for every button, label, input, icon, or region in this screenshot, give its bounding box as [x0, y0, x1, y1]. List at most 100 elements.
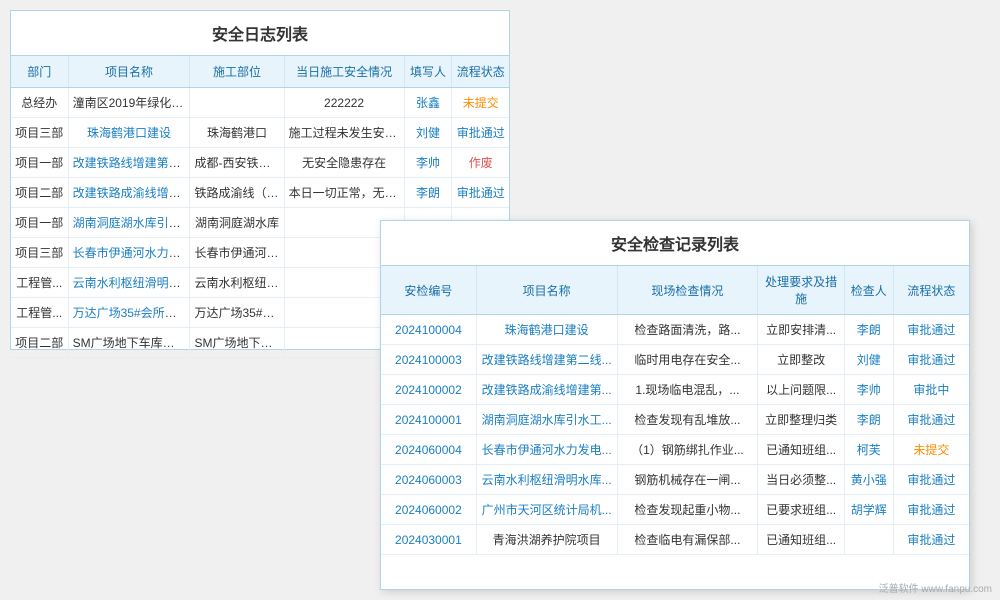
- right-status-cell: 审批通过: [893, 465, 969, 495]
- left-site-cell: SM广场地下车库: [190, 328, 284, 358]
- left-site-cell: 湖南洞庭湖水库: [190, 208, 284, 238]
- right-inspector-cell: 李朗: [844, 315, 893, 345]
- table-row: 项目一部改建铁路线增建第二线直...成都-西安铁路...无安全隐患存在李帅作废: [11, 148, 509, 178]
- table-row: 2024060003云南水利枢纽滑明水库...钢筋机械存在一闸...当日必须整.…: [381, 465, 969, 495]
- right-projname-cell: 改建铁路成渝线增建第...: [476, 375, 617, 405]
- status-badge: 未提交: [913, 443, 949, 457]
- right-status-cell: 审批通过: [893, 405, 969, 435]
- right-handle-cell: 立即安排清...: [758, 315, 845, 345]
- right-inspect-cell: 检查临电有漏保部...: [617, 525, 758, 555]
- right-code-cell: 2024100001: [381, 405, 476, 435]
- right-table-wrapper: 安检编号 项目名称 现场检查情况 处理要求及措施 检查人 流程状态 202410…: [381, 266, 969, 555]
- right-inspect-cell: 检查发现有乱堆放...: [617, 405, 758, 435]
- status-badge: 审批通过: [907, 323, 955, 337]
- table-row: 项目二部改建铁路成渝线增建第二...铁路成渝线（成...本日一切正常，无事故发.…: [11, 178, 509, 208]
- right-table: 安检编号 项目名称 现场检查情况 处理要求及措施 检查人 流程状态 202410…: [381, 266, 969, 555]
- right-status-cell: 未提交: [893, 435, 969, 465]
- status-badge: 审批通过: [907, 473, 955, 487]
- left-dept-cell: 项目三部: [11, 238, 68, 268]
- status-badge: 审批通过: [907, 413, 955, 427]
- left-status-cell: 审批通过: [452, 118, 509, 148]
- right-inspect-cell: 检查发现起重小物...: [617, 495, 758, 525]
- right-panel: 安全检查记录列表 安检编号 项目名称 现场检查情况 处理要求及措施 检查人 流程…: [380, 220, 970, 590]
- watermark: 泛普软件 www.fanpu.com: [879, 580, 992, 595]
- right-panel-title: 安全检查记录列表: [381, 221, 969, 266]
- left-projname-cell: 湖南洞庭湖水库引水工程...: [68, 208, 190, 238]
- status-badge: 审批中: [913, 383, 949, 397]
- right-handle-cell: 以上问题限...: [758, 375, 845, 405]
- table-row: 2024100004珠海鹤港口建设检查路面清洗，路...立即安排清...李朗审批…: [381, 315, 969, 345]
- left-dept-cell: 项目二部: [11, 178, 68, 208]
- status-badge: 作废: [469, 156, 493, 170]
- right-inspector-cell: 李朗: [844, 405, 893, 435]
- left-author-cell: 李朗: [404, 178, 452, 208]
- right-header-inspect: 现场检查情况: [617, 266, 758, 315]
- left-header-dept: 部门: [11, 56, 68, 88]
- table-row: 总经办潼南区2019年绿化补贴项...222222张鑫未提交: [11, 88, 509, 118]
- left-projname-cell: 改建铁路成渝线增建第二...: [68, 178, 190, 208]
- left-author-cell: 李帅: [404, 148, 452, 178]
- left-site-cell: 铁路成渝线（成...: [190, 178, 284, 208]
- right-code-cell: 2024060004: [381, 435, 476, 465]
- status-badge: 审批通过: [907, 503, 955, 517]
- right-status-cell: 审批通过: [893, 315, 969, 345]
- left-dept-cell: 项目一部: [11, 148, 68, 178]
- left-site-cell: 云南水利枢纽滑...: [190, 268, 284, 298]
- right-status-cell: 审批通过: [893, 345, 969, 375]
- right-header-handle: 处理要求及措施: [758, 266, 845, 315]
- left-dept-cell: 总经办: [11, 88, 68, 118]
- right-inspector-cell: [844, 525, 893, 555]
- status-badge: 审批通过: [907, 533, 955, 547]
- right-inspect-cell: 检查路面清洗，路...: [617, 315, 758, 345]
- left-site-cell: 万达广场35#会...: [190, 298, 284, 328]
- right-inspector-cell: 黄小强: [844, 465, 893, 495]
- left-projname-cell: 珠海鹤港口建设: [68, 118, 190, 148]
- table-row: 2024030001青海洪湖养护院项目检查临电有漏保部...已通知班组...审批…: [381, 525, 969, 555]
- right-header-code: 安检编号: [381, 266, 476, 315]
- right-inspector-cell: 刘健: [844, 345, 893, 375]
- right-status-cell: 审批通过: [893, 525, 969, 555]
- right-projname-cell: 改建铁路线增建第二线...: [476, 345, 617, 375]
- left-projname-cell: 云南水利枢纽滑明水库一...: [68, 268, 190, 298]
- right-inspector-cell: 柯芙: [844, 435, 893, 465]
- right-projname-cell: 长春市伊通河水力发电...: [476, 435, 617, 465]
- left-header-status: 流程状态: [452, 56, 509, 88]
- left-panel-title: 安全日志列表: [11, 11, 509, 56]
- left-site-cell: [190, 88, 284, 118]
- left-dept-cell: 项目二部: [11, 328, 68, 358]
- left-status-cell: 审批通过: [452, 178, 509, 208]
- right-inspector-cell: 胡学辉: [844, 495, 893, 525]
- left-header-site: 施工部位: [190, 56, 284, 88]
- left-author-cell: 张鑫: [404, 88, 452, 118]
- right-inspect-cell: 临时用电存在安全...: [617, 345, 758, 375]
- left-author-cell: 刘健: [404, 118, 452, 148]
- right-projname-cell: 广州市天河区统计局机...: [476, 495, 617, 525]
- right-code-cell: 2024100002: [381, 375, 476, 405]
- left-safety-cell: 无安全隐患存在: [284, 148, 404, 178]
- status-badge: 审批通过: [457, 186, 505, 200]
- left-table-header: 部门 项目名称 施工部位 当日施工安全情况 填写人 流程状态: [11, 56, 509, 88]
- left-safety-cell: 施工过程未发生安全事故...: [284, 118, 404, 148]
- left-site-cell: 长春市伊通河水...: [190, 238, 284, 268]
- right-code-cell: 2024030001: [381, 525, 476, 555]
- left-site-cell: 成都-西安铁路...: [190, 148, 284, 178]
- right-handle-cell: 当日必须整...: [758, 465, 845, 495]
- left-safety-cell: 本日一切正常，无事故发...: [284, 178, 404, 208]
- right-handle-cell: 已通知班组...: [758, 525, 845, 555]
- right-inspect-cell: （1）钢筋绑扎作业...: [617, 435, 758, 465]
- right-header-inspector: 检查人: [844, 266, 893, 315]
- left-projname-cell: 万达广场35#会所及咖啡...: [68, 298, 190, 328]
- right-code-cell: 2024060003: [381, 465, 476, 495]
- left-projname-cell: 长春市伊通河水力发电厂...: [68, 238, 190, 268]
- right-projname-cell: 湖南洞庭湖水库引水工...: [476, 405, 617, 435]
- right-status-cell: 审批中: [893, 375, 969, 405]
- right-handle-cell: 立即整理归类: [758, 405, 845, 435]
- left-safety-cell: 222222: [284, 88, 404, 118]
- right-inspector-cell: 李帅: [844, 375, 893, 405]
- left-projname-cell: 潼南区2019年绿化补贴项...: [68, 88, 190, 118]
- table-row: 2024060002广州市天河区统计局机...检查发现起重小物...已要求班组.…: [381, 495, 969, 525]
- table-row: 2024100003改建铁路线增建第二线...临时用电存在安全...立即整改刘健…: [381, 345, 969, 375]
- left-site-cell: 珠海鹤港口: [190, 118, 284, 148]
- left-projname-cell: SM广场地下车库更换摄...: [68, 328, 190, 358]
- left-dept-cell: 项目三部: [11, 118, 68, 148]
